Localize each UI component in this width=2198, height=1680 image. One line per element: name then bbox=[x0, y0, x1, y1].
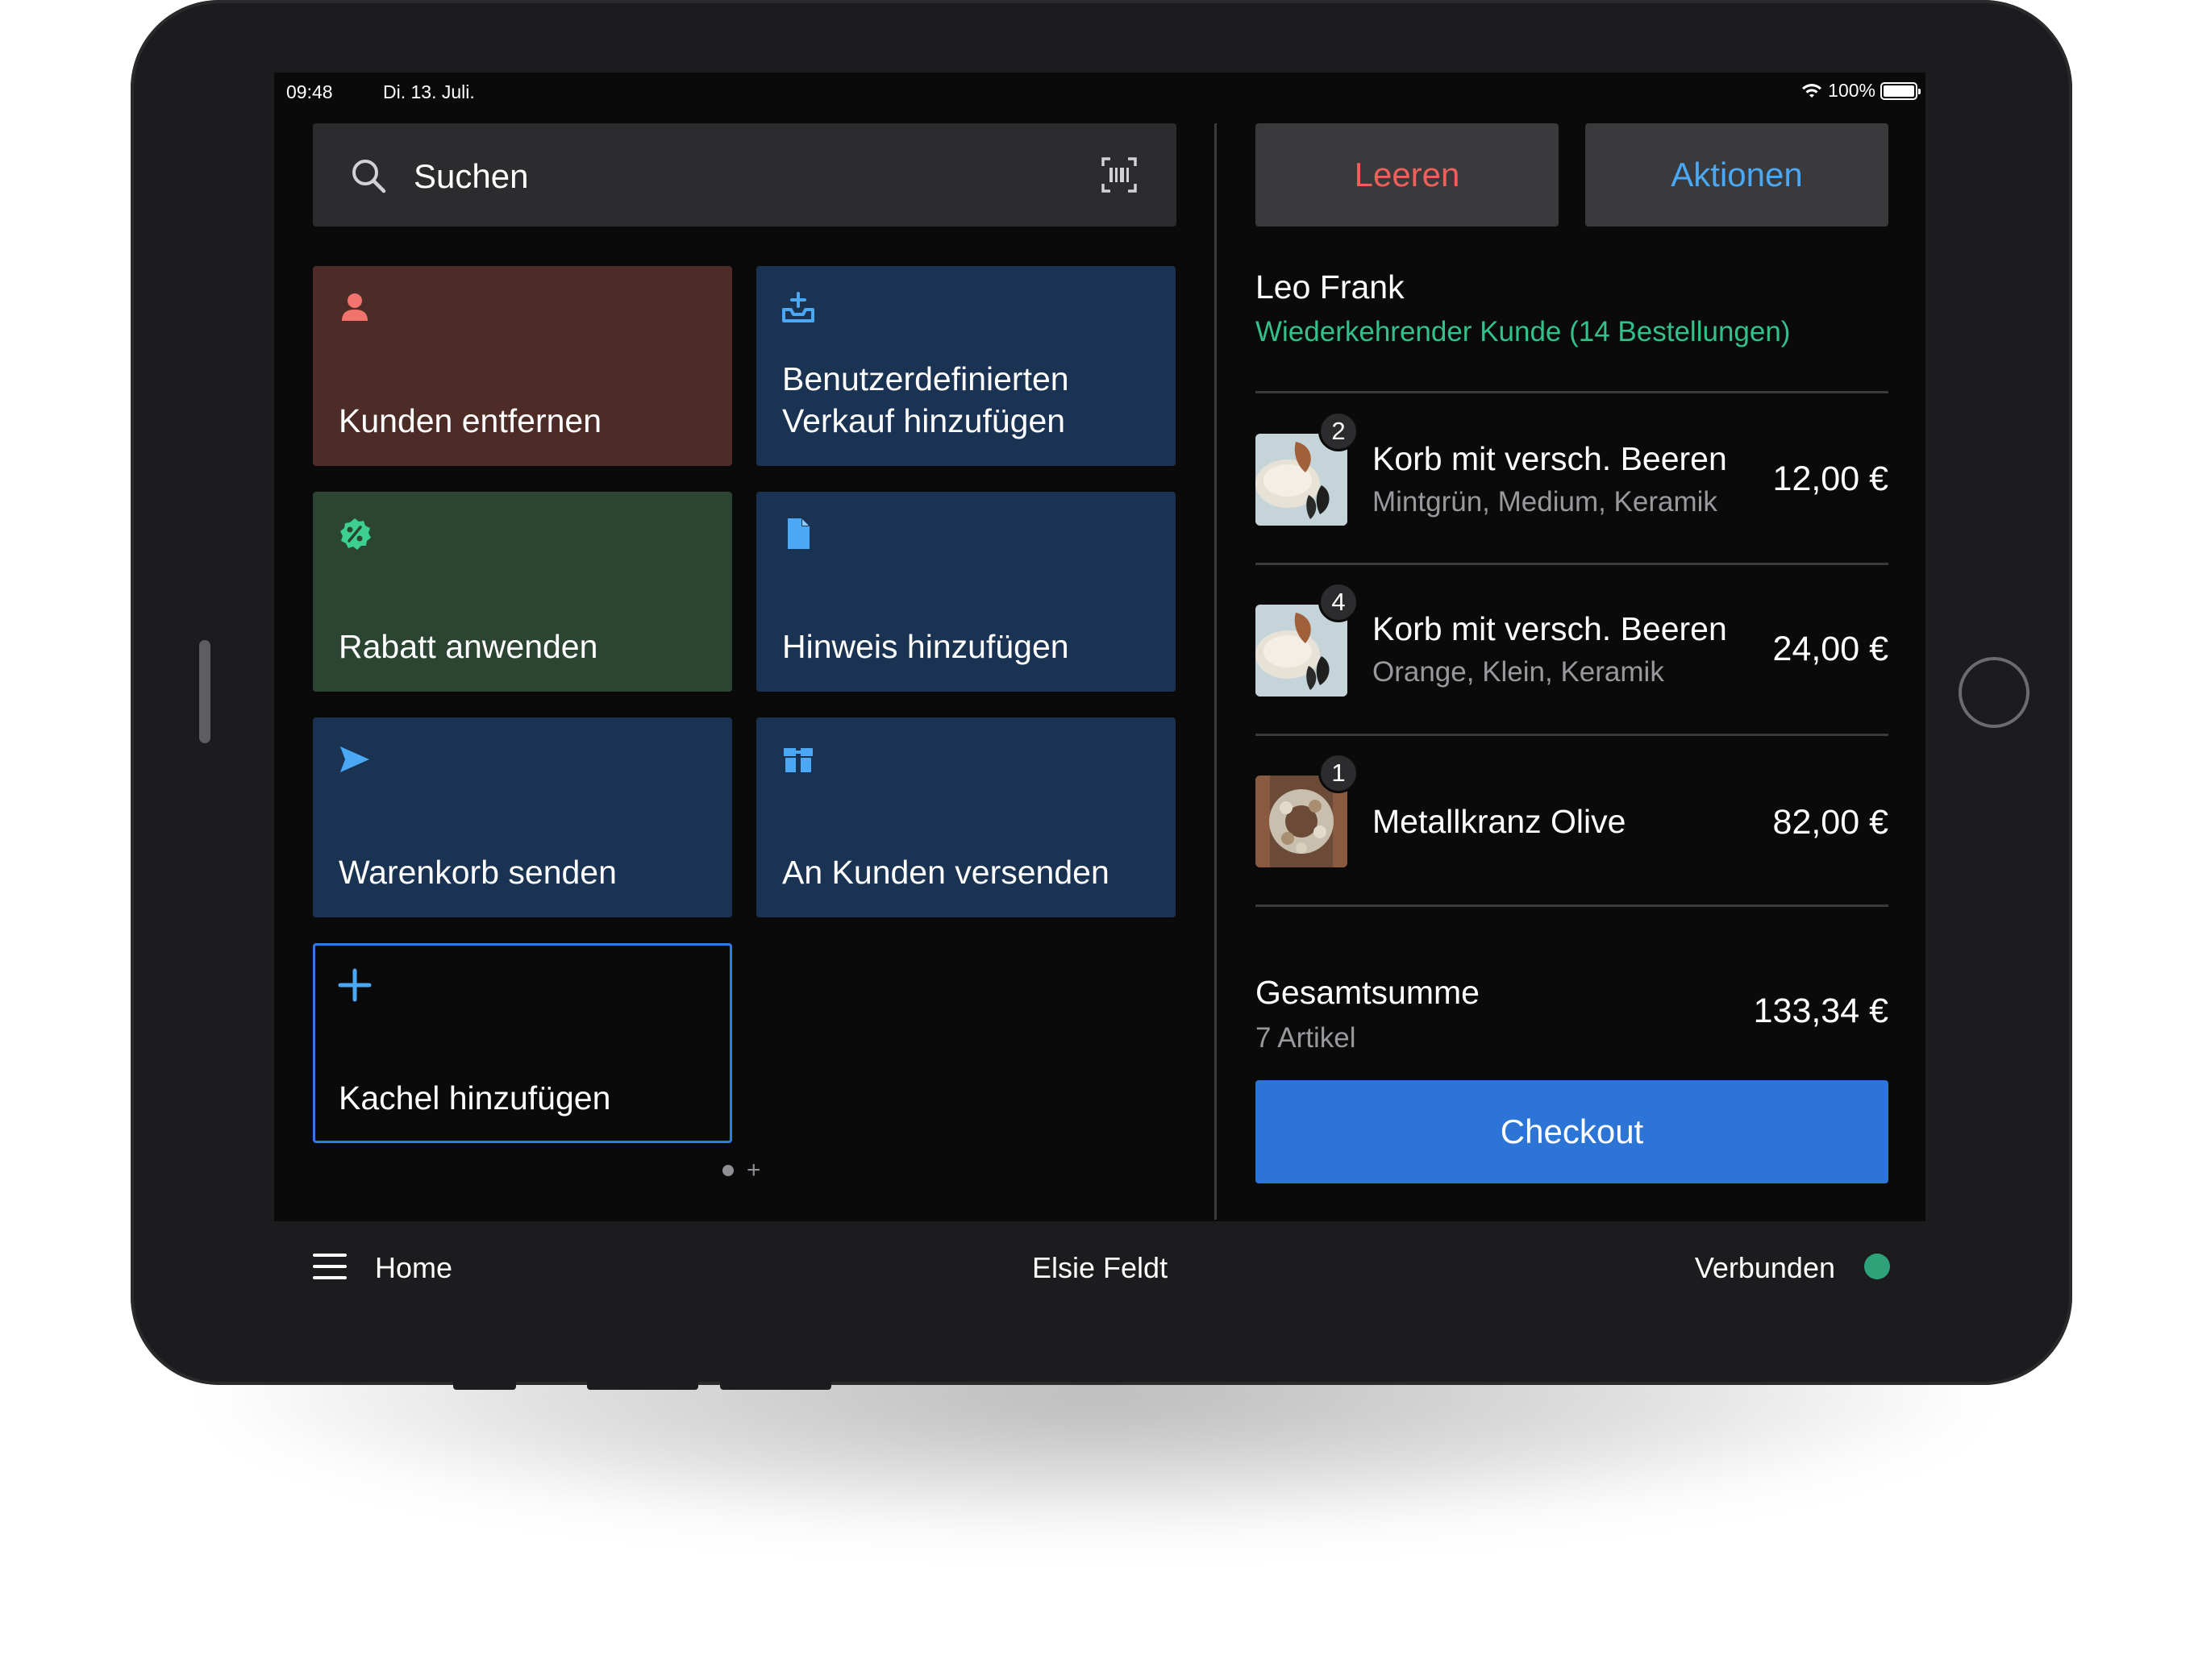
tile-label: Warenkorb senden bbox=[339, 854, 617, 891]
actions-button[interactable]: Aktionen bbox=[1585, 123, 1888, 227]
barcode-scan-icon[interactable] bbox=[1101, 156, 1138, 193]
status-time: 09:48 bbox=[286, 81, 333, 102]
item-price: 24,00 € bbox=[1772, 630, 1888, 668]
item-variant: Orange, Klein, Keramik bbox=[1372, 656, 1664, 688]
status-dot-icon bbox=[1864, 1254, 1890, 1279]
quantity-badge: 2 bbox=[1318, 411, 1359, 451]
menu-icon[interactable] bbox=[313, 1254, 347, 1279]
clear-cart-button[interactable]: Leeren bbox=[1255, 123, 1559, 227]
status-bar: 09:48 Di. 13. Juli. 100% bbox=[274, 73, 1925, 111]
item-name: Korb mit versch. Beeren bbox=[1372, 610, 1727, 647]
page-dot[interactable] bbox=[722, 1165, 734, 1176]
tile-add-note[interactable]: Hinweis hinzufügen bbox=[756, 492, 1176, 692]
page-indicator[interactable]: + bbox=[722, 1158, 761, 1183]
wifi-icon bbox=[1802, 83, 1822, 98]
panel-divider bbox=[1214, 123, 1217, 1220]
quantity-badge: 1 bbox=[1318, 753, 1359, 793]
tile-custom-sale[interactable]: Benutzerdefinierten Verkauf hinzufügen bbox=[756, 266, 1176, 466]
cart-item[interactable]: 4 Korb mit versch. Beeren Orange, Klein,… bbox=[1255, 564, 1888, 734]
search-bar[interactable]: Suchen bbox=[313, 123, 1176, 227]
customer-name[interactable]: Leo Frank bbox=[1255, 268, 1405, 306]
document-icon bbox=[788, 518, 810, 549]
pos-screen: 09:48 Di. 13. Juli. 100% Suchen Kunden e… bbox=[274, 73, 1925, 1312]
quantity-badge: 4 bbox=[1318, 582, 1359, 622]
battery-icon bbox=[1880, 81, 1921, 100]
bottom-bar: Home Elsie Feldt Verbunden bbox=[274, 1221, 1925, 1312]
tile-apply-discount[interactable]: Rabatt anwenden bbox=[313, 492, 732, 692]
search-input[interactable]: Suchen bbox=[414, 157, 528, 196]
search-icon bbox=[352, 160, 386, 193]
send-icon bbox=[340, 746, 369, 772]
tile-label: Kachel hinzufügen bbox=[339, 1079, 611, 1117]
total-label: Gesamtsumme bbox=[1255, 974, 1480, 1011]
staff-name[interactable]: Elsie Feldt bbox=[1032, 1251, 1168, 1285]
tile-label: Kunden entfernen bbox=[339, 402, 602, 439]
tile-ship-to-customer[interactable]: An Kunden versenden bbox=[756, 717, 1176, 917]
tile-add-tile[interactable]: Kachel hinzufügen bbox=[313, 943, 732, 1143]
hardware-button bbox=[587, 1380, 698, 1390]
add-page-icon[interactable]: + bbox=[747, 1158, 761, 1183]
hardware-button bbox=[453, 1380, 516, 1390]
item-price: 12,00 € bbox=[1772, 460, 1888, 498]
status-right: 100% bbox=[1800, 80, 1921, 102]
cart-item[interactable]: 2 Korb mit versch. Beeren Mintgrün, Medi… bbox=[1255, 393, 1888, 563]
cart-item[interactable]: 1 Metallkranz Olive 82,00 € bbox=[1255, 735, 1888, 904]
home-link[interactable]: Home bbox=[375, 1251, 452, 1285]
person-icon bbox=[342, 293, 368, 321]
home-button[interactable] bbox=[1959, 657, 2029, 728]
package-icon bbox=[784, 748, 813, 772]
connection-status[interactable]: Verbunden bbox=[1695, 1251, 1835, 1285]
side-sensor bbox=[199, 640, 210, 743]
tile-label: Rabatt anwenden bbox=[339, 628, 598, 665]
item-variant: Mintgrün, Medium, Keramik bbox=[1372, 486, 1717, 518]
status-date: Di. 13. Juli. bbox=[383, 81, 475, 102]
tile-label: Benutzerdefinierten Verkauf hinzufügen bbox=[782, 360, 1069, 439]
tile-send-cart[interactable]: Warenkorb senden bbox=[313, 717, 732, 917]
checkout-button[interactable]: Checkout bbox=[1255, 1080, 1888, 1183]
discount-badge-icon bbox=[340, 518, 371, 550]
tile-label: An Kunden versenden bbox=[782, 854, 1109, 891]
item-name: Metallkranz Olive bbox=[1372, 803, 1626, 840]
tray-add-icon bbox=[782, 292, 814, 322]
item-price: 82,00 € bbox=[1772, 803, 1888, 842]
customer-status: Wiederkehrender Kunde (14 Bestellungen) bbox=[1255, 316, 1791, 347]
hardware-button bbox=[720, 1380, 831, 1390]
total-amount: 133,34 € bbox=[1753, 992, 1888, 1030]
plus-icon bbox=[338, 968, 372, 1002]
battery-percent: 100% bbox=[1828, 80, 1875, 101]
item-count: 7 Artikel bbox=[1255, 1022, 1356, 1054]
item-name: Korb mit versch. Beeren bbox=[1372, 440, 1727, 477]
tile-label: Hinweis hinzufügen bbox=[782, 628, 1069, 665]
divider bbox=[1255, 904, 1888, 907]
tile-remove-customer[interactable]: Kunden entfernen bbox=[313, 266, 732, 466]
